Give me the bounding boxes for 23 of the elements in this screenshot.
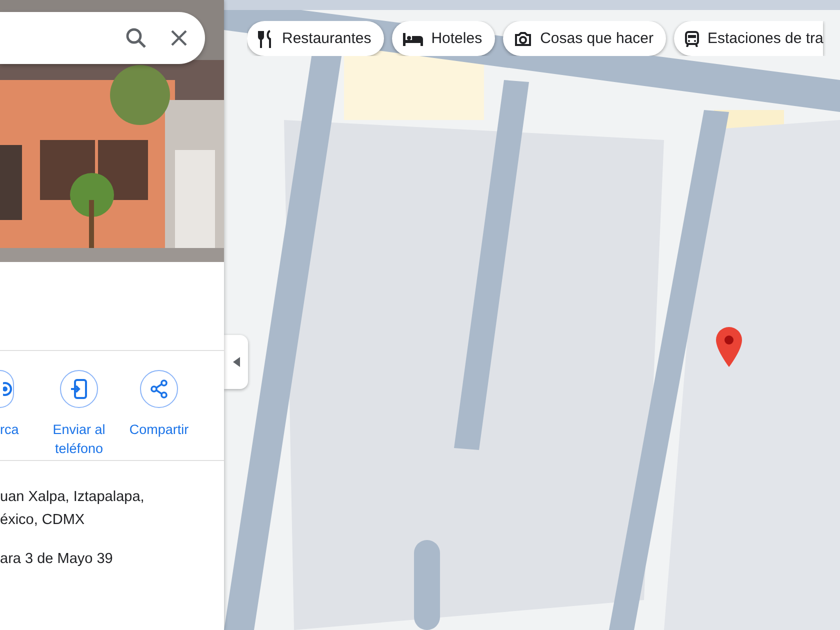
nearby-button[interactable] xyxy=(0,370,14,408)
train-icon xyxy=(685,30,700,46)
share-icon xyxy=(150,379,168,399)
send-to-phone-button[interactable] xyxy=(60,370,98,408)
collapse-panel-button[interactable] xyxy=(224,335,248,389)
category-chip[interactable]: Hoteles xyxy=(392,21,496,56)
category-chip[interactable]: Estaciones de tra xyxy=(674,21,824,56)
plus-code: ara 3 de Mayo 39 xyxy=(0,551,114,567)
camera-icon xyxy=(514,30,532,46)
action-label[interactable]: Enviar al teléfono xyxy=(39,420,119,458)
address-line: éxico, CDMX xyxy=(0,511,86,530)
address-line: uan Xalpa, Iztapalapa, xyxy=(0,488,146,507)
caret-icon xyxy=(232,357,240,367)
nearby-icon xyxy=(3,382,12,396)
fork-knife-icon xyxy=(258,30,274,48)
category-chip[interactable]: Cosas que hacer xyxy=(503,21,666,56)
action-label[interactable]: rca xyxy=(0,420,19,439)
location-pin-icon xyxy=(715,327,743,367)
share-button[interactable] xyxy=(140,370,178,408)
action-label[interactable]: Compartir xyxy=(129,420,189,439)
bed-icon xyxy=(403,32,424,46)
phone-icon xyxy=(70,379,88,399)
category-chip[interactable]: Restaurantes xyxy=(247,21,384,56)
